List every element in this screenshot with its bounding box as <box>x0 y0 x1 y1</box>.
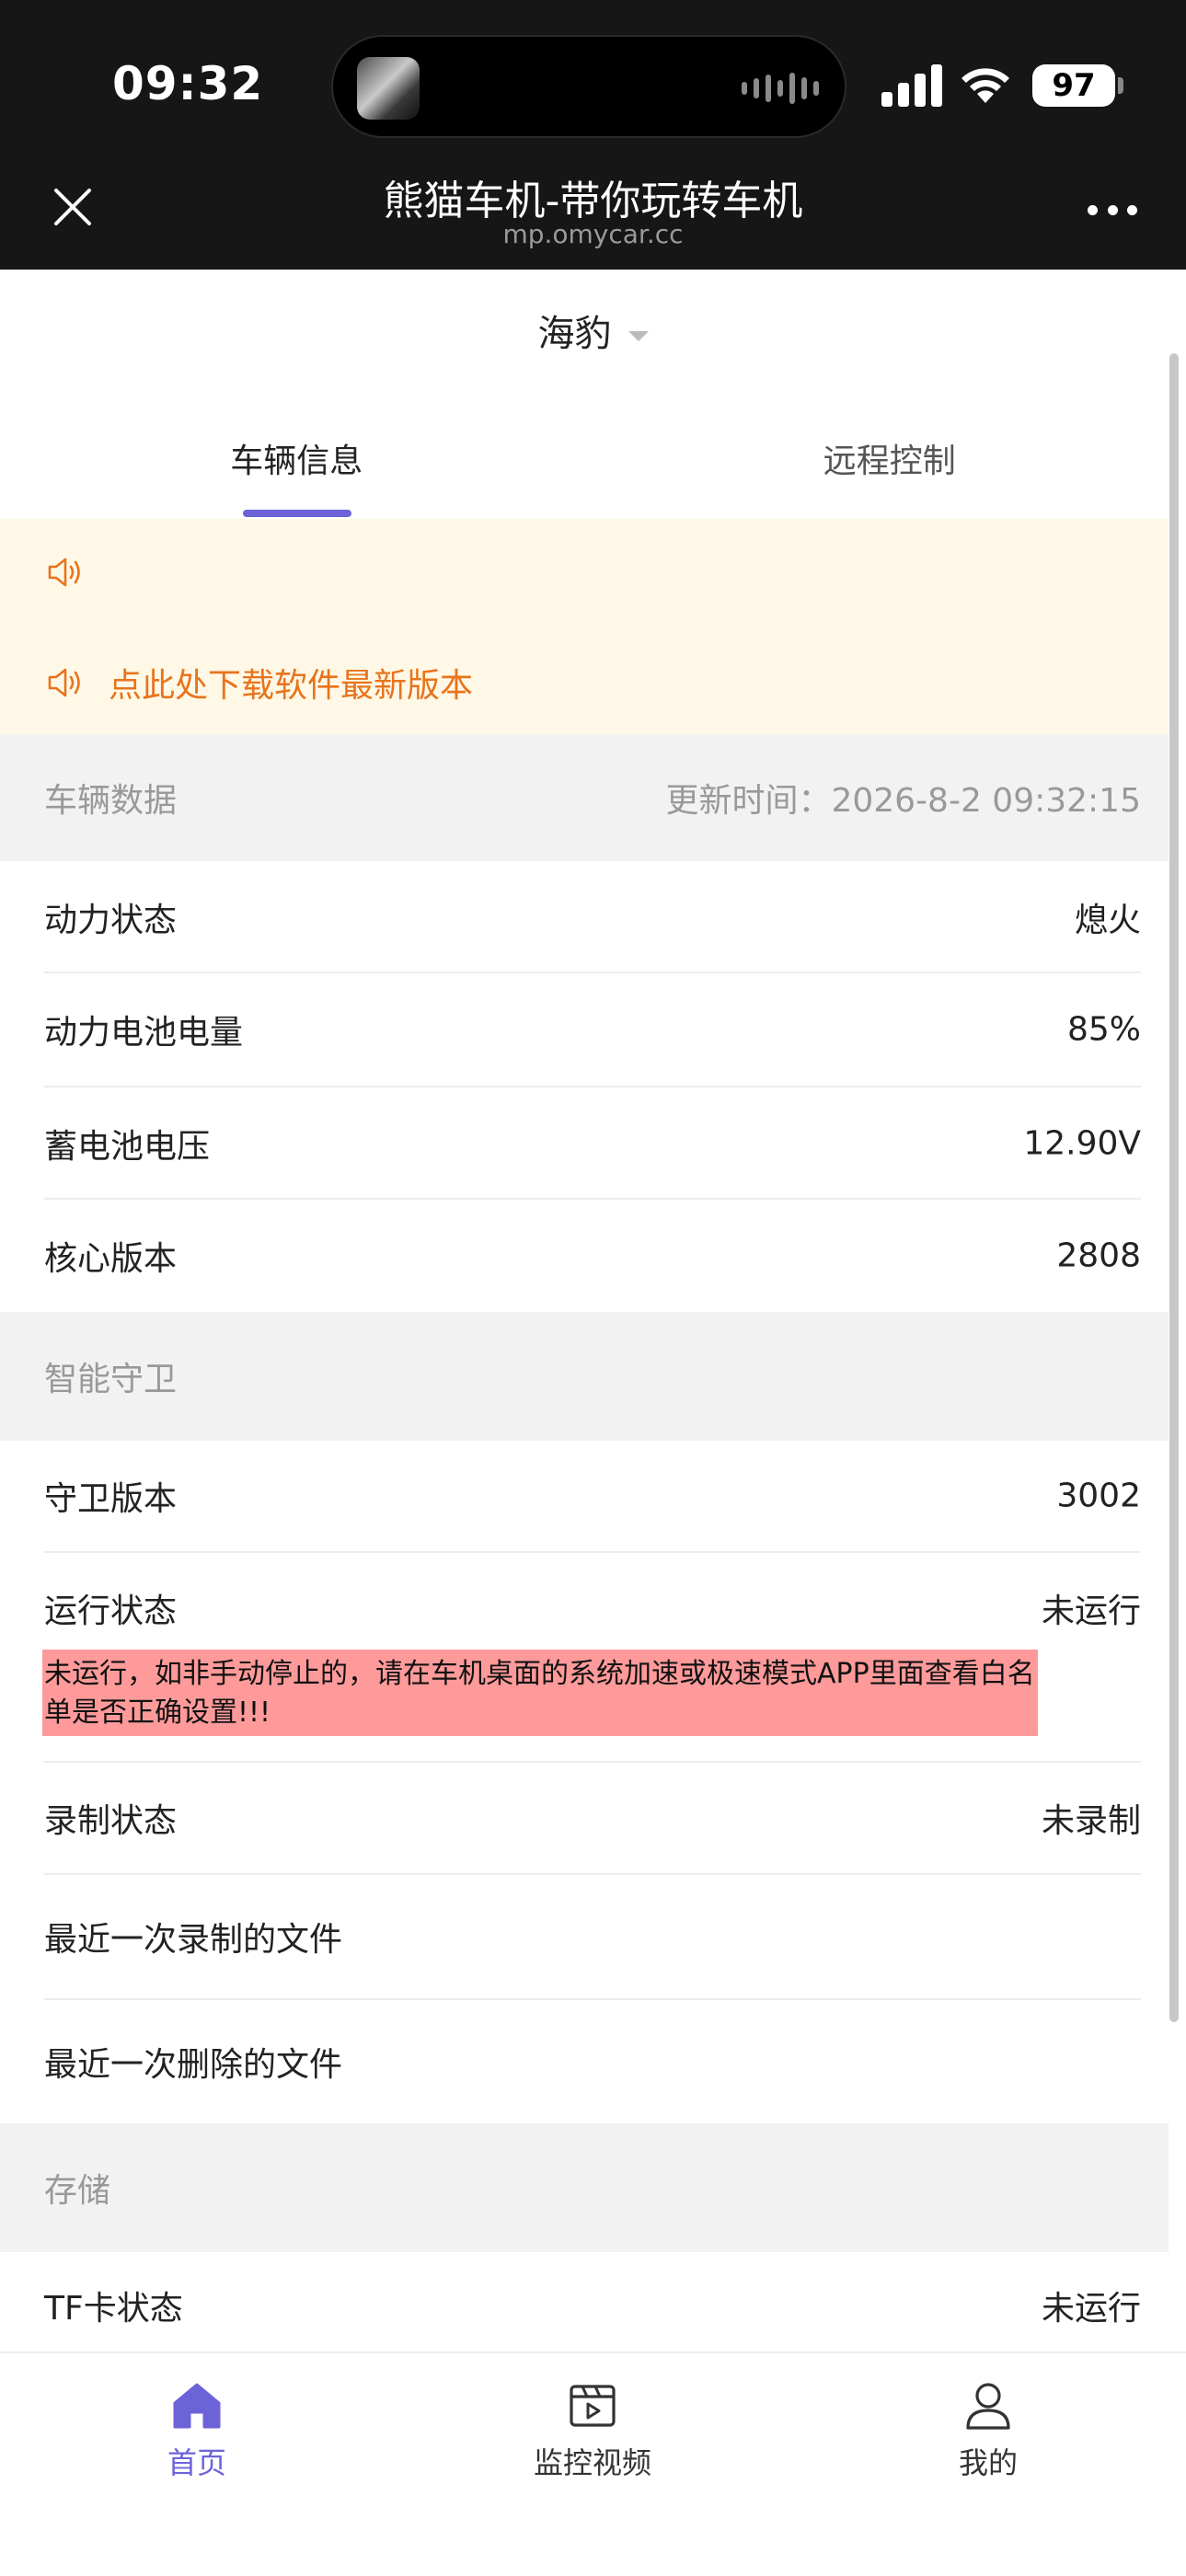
tab-vehicle-info[interactable]: 车辆信息 <box>0 405 593 519</box>
section-title: 智能守卫 <box>44 1361 178 1398</box>
row-value: 熄火 <box>1074 902 1141 939</box>
row-label: 录制状态 <box>44 1802 178 1840</box>
home-icon <box>173 2383 221 2429</box>
section-smart-guard: 智能守卫 <box>0 1312 1169 1441</box>
section-storage: 存储 <box>0 2123 1169 2252</box>
nav-label: 监控视频 <box>533 2445 651 2480</box>
nav-label: 我的 <box>958 2445 1018 2480</box>
row-value: 3002 <box>1056 1477 1141 1515</box>
nav-label: 首页 <box>167 2445 226 2480</box>
row-label: 动力电池电量 <box>44 1014 244 1052</box>
vehicle-selector-value: 海豹 <box>537 313 612 355</box>
list-item-power-state: 动力状态 熄火 <box>0 861 1169 973</box>
section-title: 存储 <box>44 2172 111 2210</box>
row-label: 守卫版本 <box>44 1480 178 1518</box>
top-bar: 09:32 97 熊猫车机-带你玩转车机 mp.omycar.cc <box>0 0 1186 270</box>
list-item-run-state: 运行状态 未运行 <box>0 1553 1169 1663</box>
warning-message: 未运行，如非手动停止的，请在车机桌面的系统加速或极速模式APP里面查看白名单是否… <box>42 1650 1038 1736</box>
now-playing-thumbnail <box>357 57 420 120</box>
battery-tip <box>1118 77 1123 94</box>
update-time: 更新时间：2026-8-2 09:32:15 <box>665 782 1141 820</box>
scrollbar[interactable] <box>1169 353 1179 2022</box>
page-title: 熊猫车机-带你玩转车机 <box>383 178 803 224</box>
row-value: 85% <box>1066 1010 1141 1049</box>
download-link[interactable]: 点此处下载软件最新版本 <box>44 659 473 707</box>
row-value: 12.90V <box>1023 1124 1141 1163</box>
row-label: 运行状态 <box>44 1593 178 1630</box>
audio-wave-icon <box>742 72 819 105</box>
tab-bar: 车辆信息 远程控制 <box>0 405 1186 519</box>
battery-indicator: 97 <box>1032 64 1115 107</box>
nav-monitor-video[interactable]: 监控视频 <box>455 2377 731 2482</box>
section-vehicle-data: 车辆数据 更新时间：2026-8-2 09:32:15 <box>0 734 1169 861</box>
more-dot-icon <box>1088 204 1098 215</box>
row-label: 蓄电池电压 <box>44 1128 211 1166</box>
more-dot-icon <box>1107 204 1118 215</box>
row-label: 动力状态 <box>44 902 178 939</box>
speaker-icon <box>48 668 80 697</box>
caret-down-icon <box>628 330 649 341</box>
more-button[interactable] <box>1088 199 1137 221</box>
page-url: mp.omycar.cc <box>502 219 684 249</box>
dynamic-island <box>331 35 846 138</box>
more-dot-icon <box>1127 204 1137 215</box>
row-value: 未运行 <box>1041 1593 1141 1630</box>
row-value: 未运行 <box>1041 2290 1141 2328</box>
row-label: 最近一次录制的文件 <box>44 1921 343 1959</box>
tab-remote-control[interactable]: 远程控制 <box>593 405 1186 519</box>
speaker-icon <box>48 558 80 587</box>
download-link-text: 点此处下载软件最新版本 <box>109 667 474 705</box>
row-label: TF卡状态 <box>44 2290 183 2328</box>
notice-row-1 <box>44 552 109 592</box>
row-label: 核心版本 <box>44 1240 178 1278</box>
list-item-last-deleted-file[interactable]: 最近一次删除的文件 <box>0 2000 1169 2123</box>
active-tab-indicator <box>243 510 351 517</box>
cellular-signal-icon <box>881 64 942 107</box>
notice-banner: 点此处下载软件最新版本 <box>0 519 1169 734</box>
list-item-guard-version: 守卫版本 3002 <box>0 1441 1169 1551</box>
bottom-navigation: 首页 监控视频 我的 <box>0 2352 1186 2576</box>
nav-home[interactable]: 首页 <box>59 2377 335 2482</box>
nav-profile[interactable]: 我的 <box>850 2377 1126 2482</box>
row-value: 未录制 <box>1041 1802 1141 1840</box>
section-title: 车辆数据 <box>44 782 178 820</box>
wifi-icon <box>961 68 1009 103</box>
status-time: 09:32 <box>112 57 264 110</box>
person-icon <box>966 2383 1010 2430</box>
row-value: 2808 <box>1056 1236 1141 1275</box>
vehicle-selector[interactable]: 海豹 <box>0 304 1186 357</box>
list-item-tf-card-state: TF卡状态 未运行 <box>0 2252 1169 2352</box>
list-item-record-state: 录制状态 未录制 <box>0 1763 1169 1873</box>
list-item-12v-voltage: 蓄电池电压 12.90V <box>0 1087 1169 1200</box>
list-item-core-version: 核心版本 2808 <box>0 1200 1169 1312</box>
row-label: 最近一次删除的文件 <box>44 2046 343 2084</box>
video-icon <box>570 2385 616 2427</box>
list-item-last-recorded-file[interactable]: 最近一次录制的文件 <box>0 1875 1169 1998</box>
list-item-battery-level: 动力电池电量 85% <box>0 973 1169 1086</box>
